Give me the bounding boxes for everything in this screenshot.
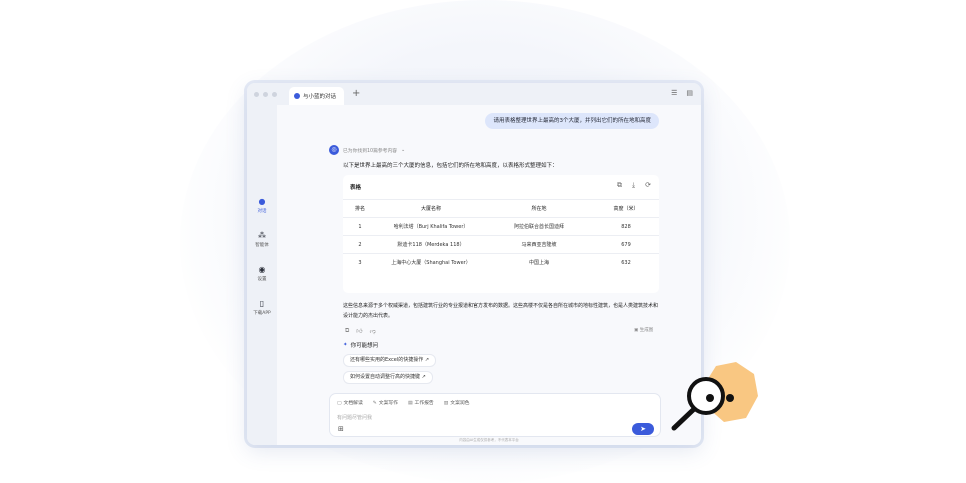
quick-action-label: 文案写作 — [378, 401, 398, 406]
footer-note: 内容由AI生成仅供参考，不代表本平台 — [459, 438, 519, 442]
window-controls — [254, 91, 277, 97]
table-cell: 679 — [593, 235, 659, 254]
chevron-down-icon[interactable]: ⌄ — [401, 148, 405, 153]
ai-intro-text: 以下是世界上最高的三个大厦的信息，包括它们的所在地和高度，以表格形式整理如下： — [343, 163, 558, 169]
phone-icon: ▯ — [259, 299, 265, 308]
table-row: 1 哈利法塔（Burj Khalifa Tower） 阿拉伯联合酋长国迪拜 82… — [343, 217, 659, 236]
report-icon: ▤ — [407, 401, 413, 406]
copy-icon[interactable]: ⧉ — [345, 327, 349, 335]
suggestions-heading: ✦ 你可能想问 — [343, 341, 378, 349]
summary-text: 这些信息来源于多个权威渠道，包括建筑行业的专业报道和官方发布的数据。这些高楼不仅… — [343, 303, 659, 319]
buildings-table: 排名 大厦名称 所在地 高度（米） 1 哈利法塔（Burj Khalifa To… — [343, 199, 659, 272]
mascot-eye-icon — [706, 394, 714, 402]
table-card: 表格 ⧉ ⤓ ⟳ 排名 大厦名称 所在地 高度（米） 1 哈利法塔（Burj K… — [343, 175, 659, 293]
magnifier-handle-icon — [671, 406, 697, 431]
table-tools: ⧉ ⤓ ⟳ — [617, 181, 651, 190]
title-bar: 与小蓝的对话 + ☰ ▤ — [247, 83, 701, 105]
document-icon: ▢ — [337, 401, 342, 406]
table-cell: 上海中心大厦（Shanghai Tower） — [377, 253, 485, 272]
table-row: 3 上海中心大厦（Shanghai Tower） 中国上海 632 — [343, 253, 659, 272]
suggestion-chip[interactable]: 还有哪些实用的Excel的快捷操作 ↗ — [343, 354, 437, 367]
table-row: 2 默迪卡118（Merdeka 118） 马来西亚吉隆坡 679 — [343, 235, 659, 254]
quick-action-doc[interactable]: ▢ 文档解读 — [337, 399, 363, 406]
ai-header: ◎ 已为你找到10篇参考内容 ⌄ — [329, 145, 405, 155]
table-cell: 828 — [593, 217, 659, 236]
share-icon[interactable]: ⟳ — [645, 181, 651, 190]
thumbs-up-icon[interactable]: 👍︎ — [356, 327, 362, 335]
table-cell: 1 — [343, 217, 377, 236]
thumbs-down-icon[interactable]: 👎︎ — [370, 327, 376, 335]
menu-icon[interactable]: ☰ — [671, 89, 677, 97]
tab-title: 与小蓝的对话 — [303, 94, 337, 100]
quick-action-label: 文案润色 — [450, 401, 470, 406]
table-cell: 2 — [343, 235, 377, 254]
mascot-eye-icon — [726, 394, 734, 402]
sidebar-item-agents[interactable]: ⁂ 智能体 — [247, 231, 277, 248]
table-title: 表格 — [350, 185, 362, 191]
sidebar-item-label: 智能体 — [255, 243, 269, 248]
table-cell: 哈利法塔（Burj Khalifa Tower） — [377, 217, 485, 236]
maximize-dot[interactable] — [272, 91, 277, 97]
agents-icon: ⁂ — [258, 231, 266, 240]
table-cell: 632 — [593, 253, 659, 272]
quick-action-report[interactable]: ▤ 工作报告 — [408, 399, 434, 406]
suggestion-chip[interactable]: 如何设置自动调整行高的快捷键 ↗ — [343, 371, 433, 384]
sidebar-item-download-app[interactable]: ▯ 下载APP — [247, 299, 277, 316]
sidebar-item-settings[interactable]: ◉ 设置 — [247, 265, 277, 282]
table-cell: 中国上海 — [485, 253, 593, 272]
table-cell: 阿拉伯联合酋长国迪拜 — [485, 217, 593, 236]
table-header-row: 排名 大厦名称 所在地 高度（米） — [343, 199, 659, 218]
table-cell: 默迪卡118（Merdeka 118） — [377, 235, 485, 254]
app-window: 与小蓝的对话 + ☰ ▤ ● 对话 ⁂ 智能体 ◉ 设置 ▯ 下载APP 请用表… — [247, 83, 701, 445]
suggestions-label: 你可能想问 — [350, 343, 379, 349]
source-note[interactable]: 已为你找到10篇参考内容 — [343, 147, 397, 154]
quick-action-label: 文档解读 — [343, 401, 363, 406]
attachment-icon[interactable]: ⊞ — [338, 425, 344, 433]
sidebar-item-label: 对话 — [257, 209, 267, 214]
close-dot[interactable] — [254, 91, 259, 97]
ai-logo-icon: ◎ — [329, 145, 339, 155]
message-input[interactable]: 有问题尽管问我 — [337, 414, 372, 421]
quick-action-polish[interactable]: ▥ 文案润色 — [444, 399, 470, 406]
quick-action-write[interactable]: ✎ 文案写作 — [373, 399, 398, 406]
column-header: 高度（米） — [593, 199, 659, 218]
image-icon: ▣ — [634, 328, 639, 333]
export-button[interactable]: ▣ 生成图 — [634, 327, 653, 333]
download-icon[interactable]: ⤓ — [632, 181, 635, 190]
polish-icon: ▥ — [443, 401, 449, 406]
send-button[interactable]: ➤ — [632, 423, 654, 435]
composer: ▢ 文档解读 ✎ 文案写作 ▤ 工作报告 ▥ 文案润色 有问题尽管问我 ⊞ ➤ — [329, 393, 661, 437]
export-label: 生成图 — [639, 328, 654, 333]
table-cell: 马来西亚吉隆坡 — [485, 235, 593, 254]
chat-area: 请用表格整理世界上最高的3个大厦，并列出它们的所在地和高度 ◎ 已为你找到10篇… — [277, 105, 701, 445]
user-message: 请用表格整理世界上最高的3个大厦，并列出它们的所在地和高度 — [485, 113, 659, 129]
sidebar-item-label: 设置 — [257, 277, 267, 282]
column-header: 大厦名称 — [377, 199, 485, 218]
message-actions: ⧉ 👍︎ 👎︎ — [345, 327, 376, 335]
new-tab-button[interactable]: + — [352, 89, 360, 99]
column-header: 所在地 — [485, 199, 593, 218]
pen-icon: ✎ — [372, 401, 377, 406]
settings-icon: ◉ — [258, 265, 266, 274]
chat-icon: ● — [258, 197, 266, 206]
table-cell: 3 — [343, 253, 377, 272]
tab-conversation[interactable]: 与小蓝的对话 — [289, 87, 345, 105]
quick-actions: ▢ 文档解读 ✎ 文案写作 ▤ 工作报告 ▥ 文案润色 — [337, 399, 469, 406]
sidebar-item-label: 下载APP — [253, 311, 271, 316]
quick-action-label: 工作报告 — [414, 401, 434, 406]
send-icon: ➤ — [640, 425, 646, 433]
mascot-magnifier — [671, 362, 758, 431]
copy-icon[interactable]: ⧉ — [617, 181, 622, 190]
sidebar: ● 对话 ⁂ 智能体 ◉ 设置 ▯ 下载APP — [247, 105, 277, 445]
minimize-dot[interactable] — [263, 91, 268, 97]
titlebar-tools: ☰ ▤ — [671, 89, 693, 97]
sparkle-icon: ✦ — [343, 342, 348, 348]
sidebar-item-chat[interactable]: ● 对话 — [247, 197, 277, 214]
sidebar-toggle-icon[interactable]: ▤ — [686, 89, 693, 97]
assistant-logo-icon — [294, 93, 300, 99]
column-header: 排名 — [343, 199, 377, 218]
